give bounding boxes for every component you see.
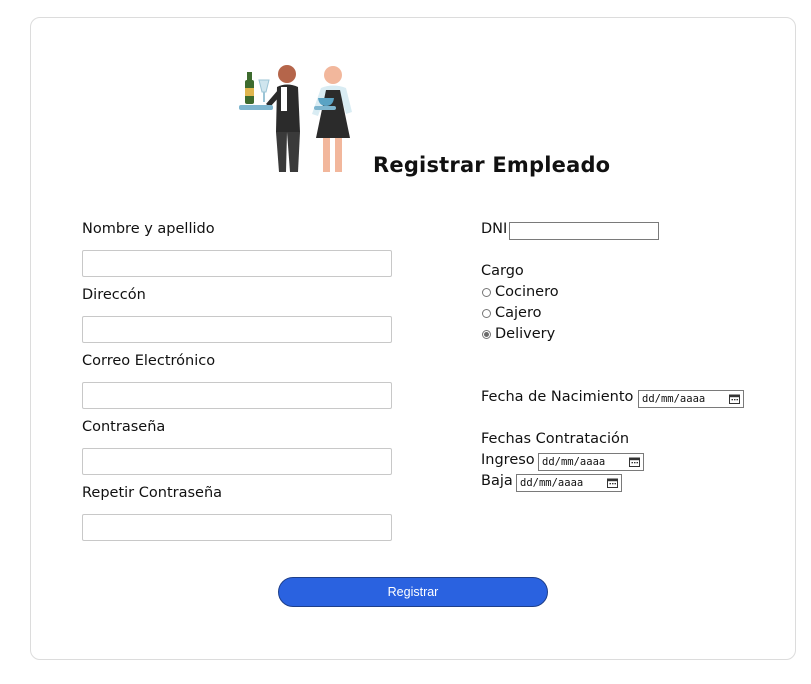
cajero-label: Cajero <box>495 305 542 321</box>
correo-label: Correo Electrónico <box>82 353 216 369</box>
waiters-illustration <box>239 65 352 172</box>
nombre-input[interactable] <box>82 250 392 277</box>
nombre-label: Nombre y apellido <box>82 221 215 237</box>
registrar-button[interactable]: Registrar <box>278 577 548 607</box>
repetir-contrasena-input[interactable] <box>82 514 392 541</box>
cargo-option-cajero[interactable]: Cajero <box>481 305 541 321</box>
radio-delivery[interactable] <box>482 329 491 339</box>
ingreso-label: Ingreso <box>481 452 535 468</box>
fecha-nacimiento-placeholder: dd/mm/aaaa <box>642 393 706 405</box>
fecha-nacimiento-input[interactable]: dd/mm/aaaa <box>638 390 744 408</box>
radio-cajero[interactable] <box>482 308 491 318</box>
radio-cocinero[interactable] <box>482 287 491 297</box>
cargo-option-cocinero[interactable]: Cocinero <box>481 284 559 300</box>
contrasena-label: Contraseña <box>82 419 166 435</box>
correo-input[interactable] <box>82 382 392 409</box>
fecha-nacimiento-label: Fecha de Nacimiento <box>481 389 634 405</box>
baja-label: Baja <box>481 473 513 489</box>
calendar-icon[interactable] <box>629 457 640 467</box>
cargo-option-delivery[interactable]: Delivery <box>481 326 555 342</box>
direccion-label: Direccón <box>82 287 146 303</box>
delivery-label: Delivery <box>495 326 556 342</box>
baja-date-input[interactable]: dd/mm/aaaa <box>516 474 622 492</box>
ingreso-placeholder: dd/mm/aaaa <box>542 456 606 468</box>
cargo-label: Cargo <box>481 263 524 279</box>
page-title: Registrar Empleado <box>373 153 611 177</box>
dni-input[interactable] <box>509 222 659 240</box>
dni-label: DNI <box>481 221 508 237</box>
fechas-contratacion-label: Fechas Contratación <box>481 431 630 447</box>
cocinero-label: Cocinero <box>495 284 559 300</box>
contrasena-input[interactable] <box>82 448 392 475</box>
repetir-contrasena-label: Repetir Contraseña <box>82 485 223 501</box>
calendar-icon[interactable] <box>729 394 740 404</box>
baja-placeholder: dd/mm/aaaa <box>520 477 584 489</box>
ingreso-date-input[interactable]: dd/mm/aaaa <box>538 453 644 471</box>
calendar-icon[interactable] <box>607 478 618 488</box>
direccion-input[interactable] <box>82 316 392 343</box>
